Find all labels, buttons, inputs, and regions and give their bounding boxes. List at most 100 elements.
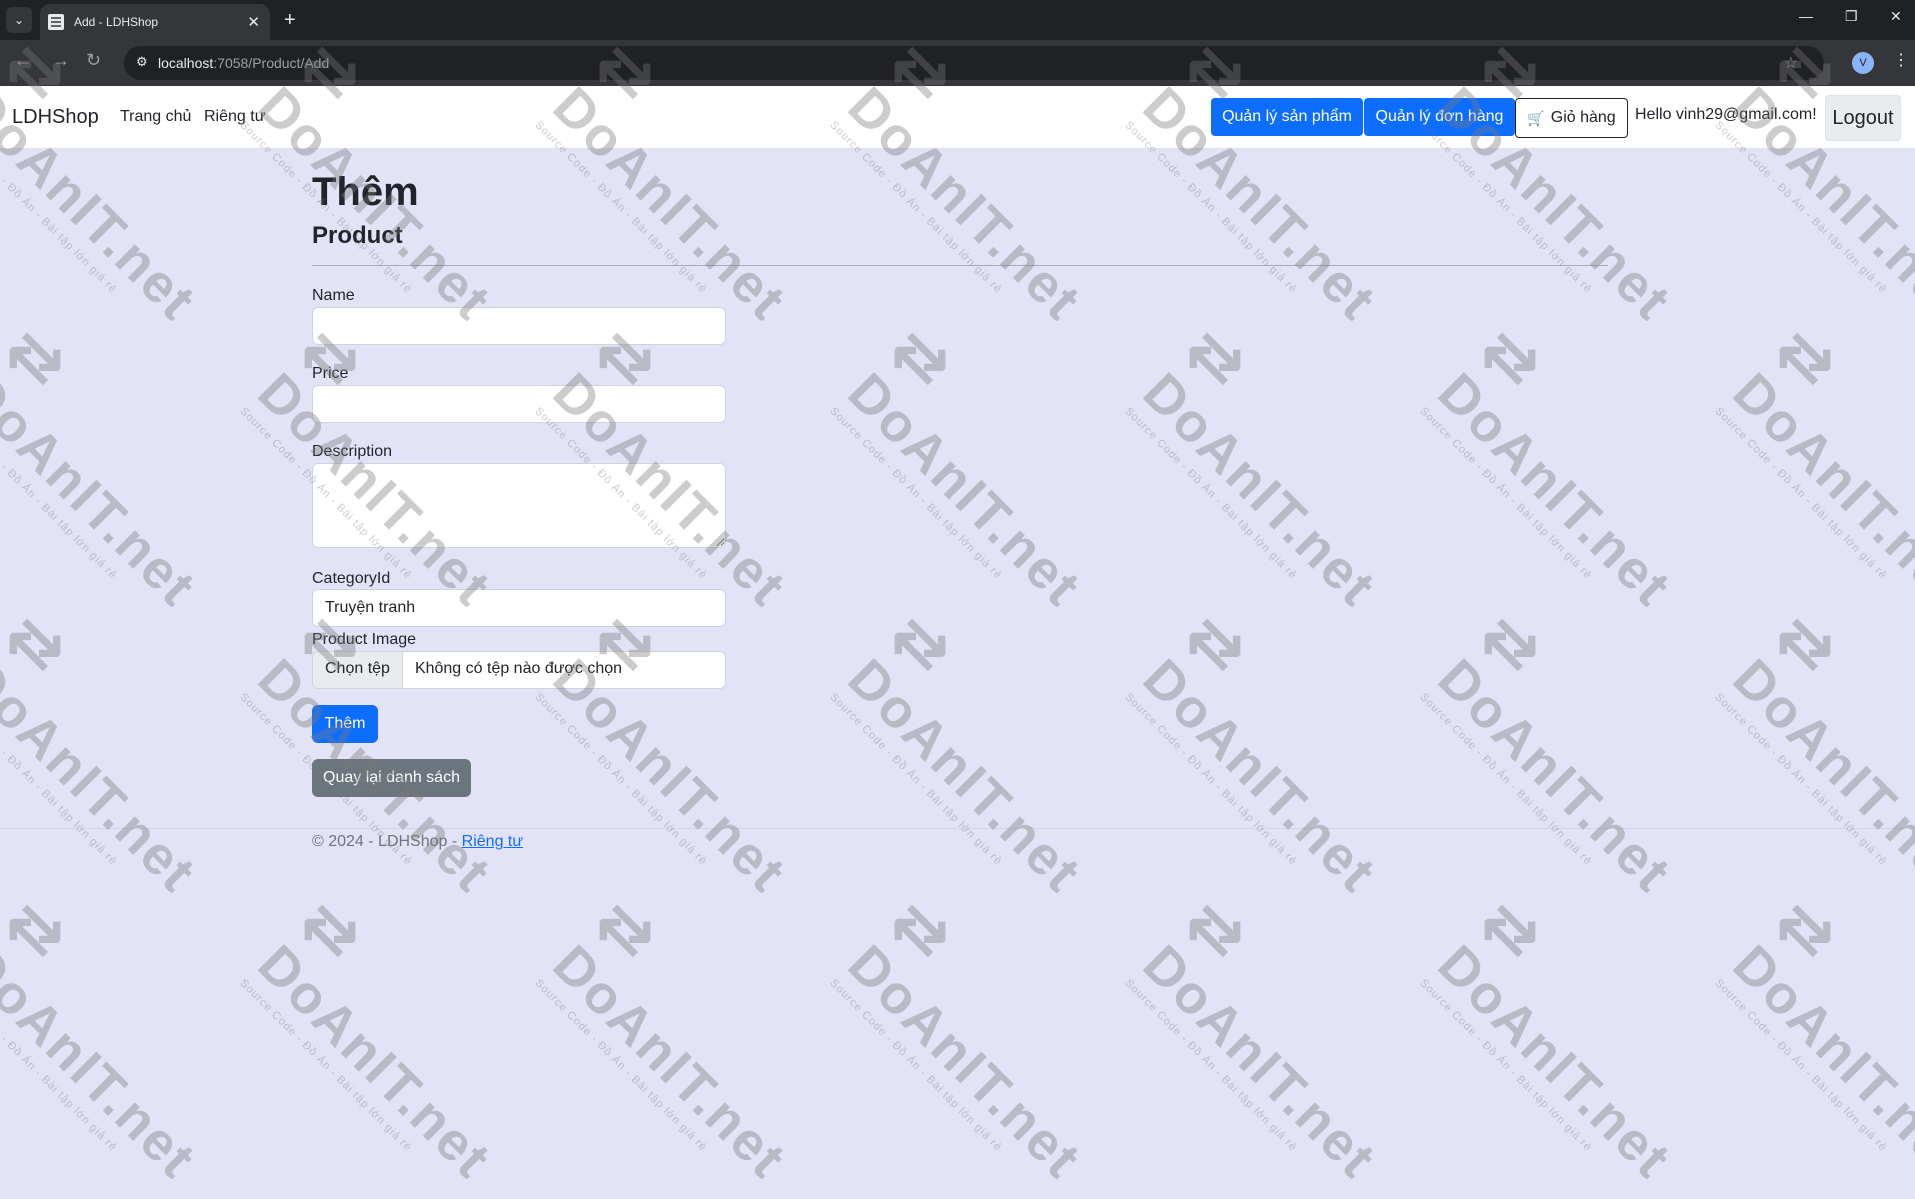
file-status-text: Không có tệp nào được chọn (414, 660, 623, 677)
name-input[interactable] (312, 307, 726, 345)
product-image-label: Product Image (312, 631, 417, 648)
minimize-icon[interactable]: — (1799, 8, 1813, 24)
cart-icon: 🛒 (1527, 109, 1545, 126)
close-window-icon[interactable]: ✕ (1890, 8, 1902, 25)
price-input[interactable] (312, 385, 726, 423)
watermark: ⇄DoAnIT.netSource Code - Đồ Án - Bài tập… (532, 885, 843, 1199)
new-tab-icon[interactable]: + (284, 8, 296, 32)
address-bar[interactable]: ⚙ localhost:7058/Product/Add ☆ (124, 46, 1824, 80)
watermark-subtext: Source Code - Đồ Án - Bài tập lớn giá rẻ (532, 977, 710, 1154)
watermark-logo-icon: ⇄ (1171, 313, 1261, 403)
watermark-subtext: Source Code - Đồ Án - Bài tập lớn giá rẻ (1712, 977, 1890, 1154)
watermark-subtext: Source Code - Đồ Án - Bài tập lớn giá rẻ (1417, 119, 1595, 296)
watermark: ⇄DoAnIT.netSource Code - Đồ Án - Bài tập… (1417, 599, 1728, 913)
watermark: ⇄DoAnIT.netSource Code - Đồ Án - Bài tập… (1712, 313, 1915, 627)
category-selected-value: Truyện tranh (325, 599, 416, 616)
watermark-text: DoAnIT.net (0, 361, 208, 618)
browser-toolbar: ← → ↻ ⚙ localhost:7058/Product/Add ☆ V ⋮ (0, 40, 1915, 86)
description-label: Description (312, 443, 393, 460)
watermark-subtext: Source Code - Đồ Án - Bài tập lớn giá rẻ (1712, 691, 1890, 868)
watermark-subtext: Source Code - Đồ Án - Bài tập lớn giá rẻ (1122, 405, 1300, 582)
watermark-logo-icon: ⇄ (1466, 599, 1556, 689)
watermark-subtext: Source Code - Đồ Án - Bài tập lớn giá rẻ (1122, 691, 1300, 868)
watermark: ⇄DoAnIT.netSource Code - Đồ Án - Bài tập… (827, 885, 1138, 1199)
watermark-logo-icon: ⇄ (581, 885, 671, 975)
site-navbar: LDHShop Trang chủ Riêng tư Quản lý sản p… (0, 86, 1915, 149)
watermark: ⇄DoAnIT.netSource Code - Đồ Án - Bài tập… (237, 885, 548, 1199)
description-textarea[interactable] (312, 463, 726, 548)
restore-icon[interactable]: ❐ (1845, 8, 1858, 25)
watermark-logo-icon: ⇄ (286, 885, 376, 975)
watermark-logo-icon: ⇄ (0, 885, 81, 975)
watermark: ⇄DoAnIT.netSource Code - Đồ Án - Bài tập… (0, 599, 254, 913)
watermark-logo-icon: ⇄ (0, 313, 81, 403)
watermark-subtext: Source Code - Đồ Án - Bài tập lớn giá rẻ (827, 119, 1005, 296)
site-info-icon[interactable]: ⚙ (136, 54, 148, 70)
browser-menu-icon[interactable]: ⋮ (1893, 50, 1909, 70)
forward-icon[interactable]: → (52, 50, 70, 71)
watermark-text: DoAnIT.net (1426, 647, 1683, 904)
watermark-subtext: Source Code - Đồ Án - Bài tập lớn giá rẻ (1122, 119, 1300, 296)
watermark-logo-icon: ⇄ (1171, 885, 1261, 975)
watermark-subtext: Source Code - Đồ Án - Bài tập lớn giá rẻ (0, 977, 120, 1154)
reload-icon[interactable]: ↻ (86, 50, 101, 71)
bookmark-star-icon[interactable]: ☆ (1784, 53, 1798, 73)
watermark-logo-icon: ⇄ (581, 599, 671, 689)
nav-link-home[interactable]: Trang chủ (120, 108, 191, 126)
logout-button[interactable]: Logout (1825, 95, 1901, 141)
cart-button[interactable]: 🛒 Giỏ hàng (1515, 98, 1628, 138)
watermark-text: DoAnIT.net (836, 647, 1093, 904)
watermark-text: DoAnIT.net (0, 933, 208, 1190)
watermark-subtext: Source Code - Đồ Án - Bài tập lớn giá rẻ (237, 977, 415, 1154)
submit-add-button[interactable]: Thêm (312, 705, 378, 743)
back-icon[interactable]: ← (14, 50, 32, 71)
watermark-subtext: Source Code - Đồ Án - Bài tập lớn giá rẻ (827, 405, 1005, 582)
watermark: ⇄DoAnIT.netSource Code - Đồ Án - Bài tập… (1712, 885, 1915, 1199)
profile-avatar[interactable]: V (1852, 52, 1874, 74)
watermark-subtext: Source Code - Đồ Án - Bài tập lớn giá rẻ (1417, 977, 1595, 1154)
product-image-file-input[interactable]: Chọn tệp Không có tệp nào được chọn (312, 651, 726, 689)
watermark-subtext: Source Code - Đồ Án - Bài tập lớn giá rẻ (1712, 405, 1890, 582)
cart-label: Giỏ hàng (1550, 109, 1616, 126)
watermark-logo-icon: ⇄ (1466, 885, 1556, 975)
category-select[interactable]: Truyện tranh (312, 589, 726, 627)
watermark-subtext: Source Code - Đồ Án - Bài tập lớn giá rẻ (0, 405, 120, 582)
watermark-text: DoAnIT.net (836, 361, 1093, 618)
brand-link[interactable]: LDHShop (12, 106, 99, 129)
watermark-logo-icon: ⇄ (1761, 313, 1851, 403)
manage-products-button[interactable]: Quản lý sản phẩm (1211, 98, 1363, 136)
watermark-text: DoAnIT.net (1721, 933, 1915, 1190)
tab-search-button[interactable]: ⌄ (6, 7, 32, 33)
back-to-list-button[interactable]: Quay lại danh sách (312, 759, 471, 797)
divider (312, 265, 1608, 266)
watermark-logo-icon: ⇄ (1466, 313, 1556, 403)
watermark-subtext: Source Code - Đồ Án - Bài tập lớn giá rẻ (827, 691, 1005, 868)
browser-tab-strip: ⌄ Add - LDHShop ✕ + — ❐ ✕ (0, 0, 1915, 40)
page-subtitle: Product (312, 222, 403, 249)
watermark-logo-icon: ⇄ (876, 599, 966, 689)
watermark-logo-icon: ⇄ (876, 313, 966, 403)
manage-orders-button[interactable]: Quản lý đơn hàng (1364, 98, 1515, 136)
watermark-subtext: Source Code - Đồ Án - Bài tập lớn giá rẻ (1122, 977, 1300, 1154)
watermark: ⇄DoAnIT.netSource Code - Đồ Án - Bài tập… (1712, 599, 1915, 913)
watermark-text: DoAnIT.net (541, 933, 798, 1190)
footer-copyright: © 2024 - LDHShop - (312, 833, 458, 850)
watermark: ⇄DoAnIT.netSource Code - Đồ Án - Bài tập… (532, 599, 843, 913)
watermark: ⇄DoAnIT.netSource Code - Đồ Án - Bài tập… (1417, 885, 1728, 1199)
watermark-subtext: Source Code - Đồ Án - Bài tập lớn giá rẻ (1712, 119, 1890, 296)
watermark: ⇄DoAnIT.netSource Code - Đồ Án - Bài tập… (1122, 885, 1433, 1199)
nav-link-privacy[interactable]: Riêng tư (204, 108, 265, 126)
url-text: localhost:7058/Product/Add (158, 55, 330, 71)
watermark: ⇄DoAnIT.netSource Code - Đồ Án - Bài tập… (827, 599, 1138, 913)
watermark-logo-icon: ⇄ (1761, 885, 1851, 975)
watermark-text: DoAnIT.net (1131, 933, 1388, 1190)
browser-tab[interactable]: Add - LDHShop ✕ (40, 4, 270, 40)
choose-file-button[interactable]: Chọn tệp (313, 652, 403, 688)
tab-title: Add - LDHShop (74, 15, 159, 29)
watermark-subtext: Source Code - Đồ Án - Bài tập lớn giá rẻ (1417, 405, 1595, 582)
watermark-text: DoAnIT.net (1131, 361, 1388, 618)
watermark-text: DoAnIT.net (836, 933, 1093, 1190)
close-tab-icon[interactable]: ✕ (247, 13, 260, 31)
footer-privacy-link[interactable]: Riêng tư (462, 833, 523, 850)
watermark-text: DoAnIT.net (1426, 933, 1683, 1190)
